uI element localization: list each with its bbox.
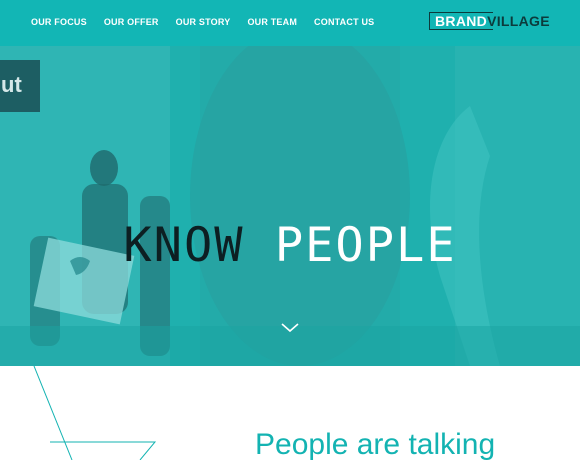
hero-background-photo: [0, 46, 580, 366]
nav-item-contact-us[interactable]: CONTACT US: [314, 17, 374, 27]
hero-banner: ut KNOW PEOPLE: [0, 46, 580, 366]
site-header: OUR FOCUS OUR OFFER OUR STORY OUR TEAM C…: [0, 0, 580, 46]
logo-wordmark: BRANDVILLAGE: [435, 13, 550, 29]
people-talking-section: People are talking: [0, 366, 580, 460]
nav-item-our-focus[interactable]: OUR FOCUS: [31, 17, 87, 27]
decorative-line-art: [33, 366, 157, 460]
storefront-sign-text: ut: [1, 72, 22, 97]
headline-know: KNOW: [123, 218, 245, 273]
nav-item-our-team[interactable]: OUR TEAM: [247, 17, 297, 27]
chevron-down-icon[interactable]: [280, 322, 300, 334]
nav-item-our-story[interactable]: OUR STORY: [176, 17, 231, 27]
logo-word-village: VILLAGE: [487, 13, 550, 29]
brand-logo[interactable]: BRANDVILLAGE: [425, 12, 551, 32]
hero-headline: KNOW PEOPLE: [0, 218, 580, 273]
logo-word-brand: BRAND: [435, 13, 488, 29]
storefront-sign: ut: [1, 72, 22, 98]
section-heading: People are talking: [255, 428, 496, 460]
headline-people: PEOPLE: [274, 218, 457, 273]
nav-item-our-offer[interactable]: OUR OFFER: [104, 17, 159, 27]
main-nav: OUR FOCUS OUR OFFER OUR STORY OUR TEAM C…: [31, 17, 391, 27]
